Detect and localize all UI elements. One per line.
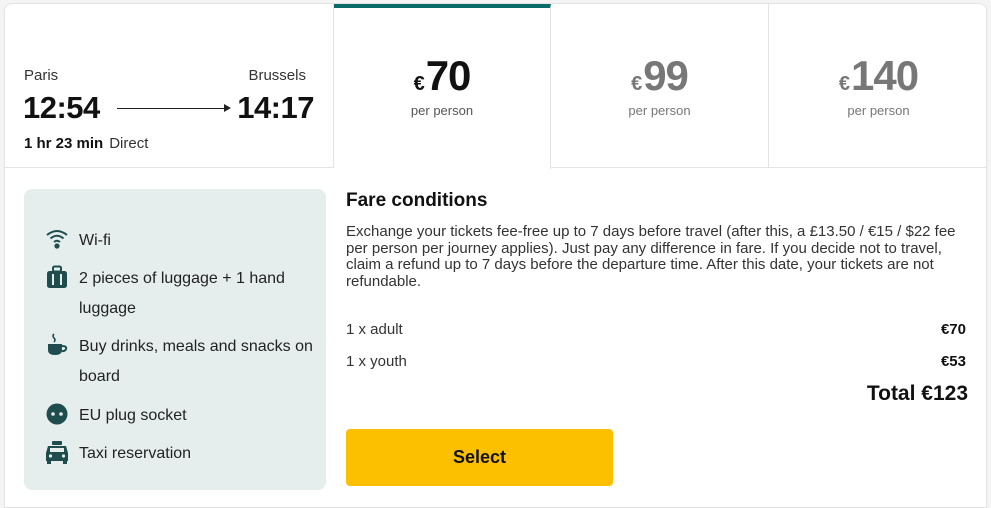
per-person-label: per person [847,103,910,118]
price-amount: 99 [643,52,689,99]
journey-card: Paris Brussels 12:54 14:17 1 hr 23 min Di… [4,3,987,508]
fare-option-mid[interactable]: €99 per person [551,4,769,168]
destination-city: Brussels [248,67,306,84]
fare-option-standard[interactable]: €70 per person [334,4,551,169]
arrival-time: 14:17 [237,90,314,125]
per-person-label: per person [628,103,691,118]
passenger-price: €53 [940,353,966,370]
stops-label: Direct [109,135,149,152]
journey-summary: Paris Brussels 12:54 14:17 1 hr 23 min Di… [5,4,334,168]
fare-price: €99 [551,52,768,100]
fare-conditions-title: Fare conditions [346,190,488,211]
origin-city: Paris [24,67,59,84]
per-person-label: per person [410,103,474,118]
currency-symbol: € [413,73,425,95]
amenity-taxi: Taxi reservation [44,439,314,469]
amenity-label: Taxi reservation [79,445,192,462]
fare-conditions-text: Exchange your tickets fee-free up to 7 d… [346,223,956,290]
fare-conditions: Fare conditions Exchange your tickets fe… [346,190,968,405]
fare-option-premium[interactable]: €140 per person [769,4,986,168]
amenity-luggage: 2 pieces of luggage + 1 hand luggage [44,264,314,324]
amenity-wifi: Wi-fi [44,226,314,256]
amenity-food: Buy drinks, meals and snacks on board [44,332,314,392]
fare-price: €70 [334,52,550,100]
journey-duration: 1 hr 23 min Direct [24,135,148,152]
amenity-label: Buy drinks, meals and snacks on board [79,338,313,385]
duration-value: 1 hr 23 min [24,135,104,152]
passenger-price: €70 [940,321,966,338]
price-amount: 140 [851,52,919,99]
taxi-icon [44,439,70,465]
amenity-plug: EU plug socket [44,401,314,431]
amenities-panel: Wi-fi 2 pieces of luggage + 1 hand lugga… [24,189,326,490]
currency-symbol: € [631,73,643,95]
price-amount: 70 [425,52,472,99]
wifi-icon [44,226,70,252]
passenger-label: 1 x youth [346,353,407,370]
passenger-label: 1 x adult [346,321,403,338]
amenity-label: 2 pieces of luggage + 1 hand luggage [79,270,285,317]
price-line-youth: 1 x youth €53 [346,353,966,370]
price-line-adult: 1 x adult €70 [346,321,966,338]
currency-symbol: € [838,73,851,95]
plug-socket-icon [44,401,70,427]
fare-price: €140 [769,52,986,100]
select-button[interactable]: Select [346,429,613,486]
amenity-label: Wi-fi [79,232,111,249]
total-price: Total €123 [866,382,968,405]
luggage-icon [44,264,70,290]
departure-time: 12:54 [23,90,100,125]
amenity-label: EU plug socket [79,407,187,424]
coffee-cup-icon [44,332,70,358]
arrow-right-icon [117,104,231,112]
